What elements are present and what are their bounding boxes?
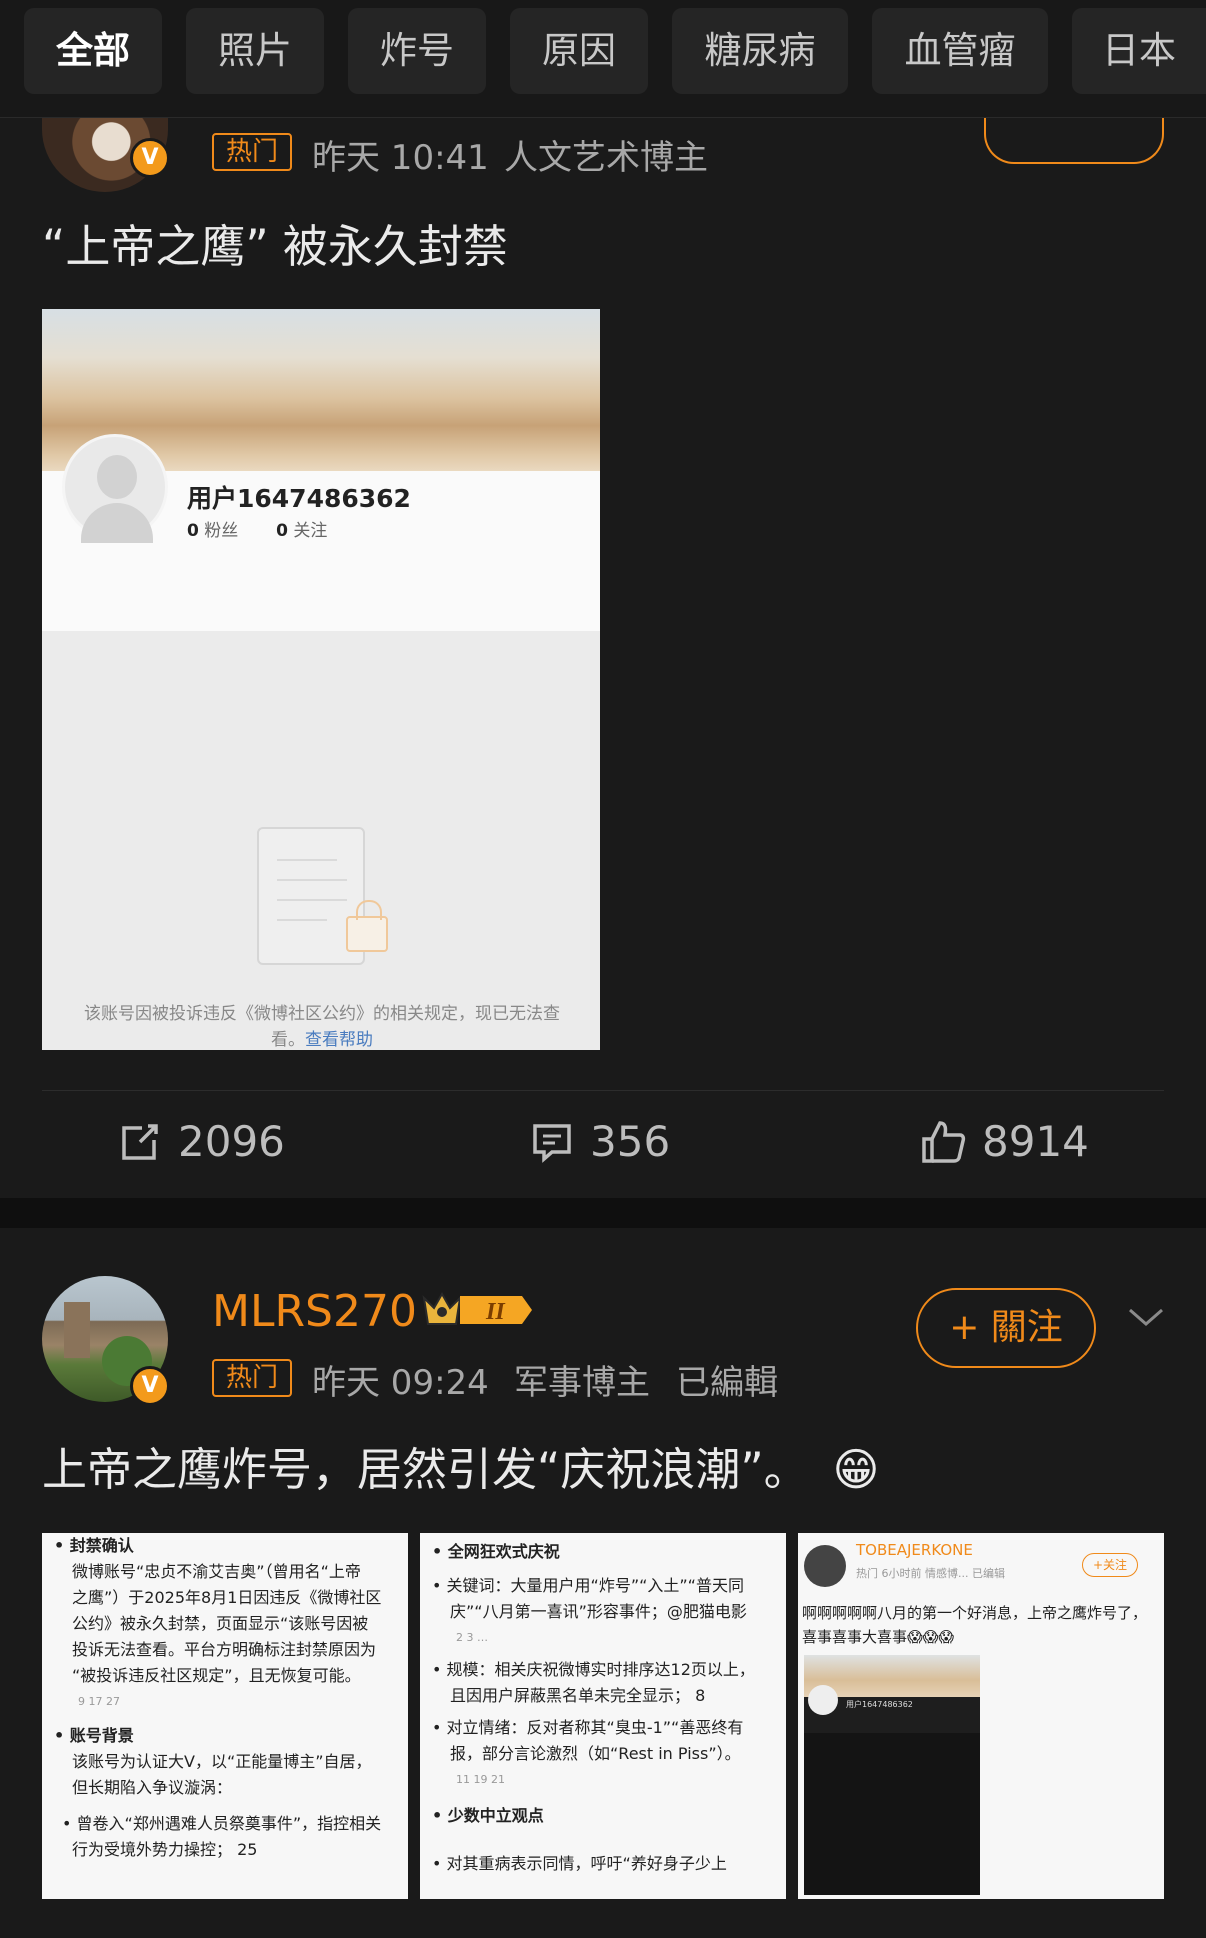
- repost-button[interactable]: 2096: [118, 1114, 285, 1174]
- thumb-line: • 账号背景: [54, 1726, 134, 1745]
- thumb-line: 行为受境外势力操控； 25: [72, 1840, 258, 1859]
- chevron-down-icon[interactable]: [1126, 1302, 1166, 1332]
- hot-badge: 热门: [212, 1359, 292, 1397]
- thumb-meta: 热门 6小时前 情感博... 已编辑: [856, 1567, 1005, 1580]
- post-text: 上帝之鹰炸号，居然引发“庆祝浪潮”。 😁: [42, 1443, 880, 1496]
- tab-all[interactable]: 全部: [24, 8, 162, 94]
- screenshot-username: 用户1647486362: [187, 484, 411, 513]
- comment-icon: [533, 1123, 571, 1163]
- thumb-line: 庆”“八月第一喜讯”形容事件；@肥猫电影: [450, 1602, 747, 1621]
- verified-badge-icon: V: [130, 1366, 170, 1406]
- post-text: “上帝之鹰” 被永久封禁: [42, 220, 508, 273]
- member-level-badge-icon: II: [422, 1291, 532, 1325]
- author-name[interactable]: MLRS270: [212, 1286, 417, 1337]
- thumb-line: • 全网狂欢式庆祝: [432, 1542, 560, 1561]
- filter-tab-bar: 全部 照片 炸号 原因 糖尿病 血管瘤 日本: [0, 0, 1206, 118]
- thumb-line: • 少数中立观点: [432, 1806, 544, 1825]
- thumb-line: • 曾卷入“郑州遇难人员祭奠事件”，指控相关: [62, 1814, 382, 1833]
- like-button[interactable]: 8914: [920, 1114, 1089, 1174]
- tab-hemangioma[interactable]: 血管瘤: [872, 8, 1048, 94]
- svg-text:II: II: [485, 1299, 506, 1325]
- post-separator: [0, 1198, 1206, 1228]
- thumb-line: 微博账号“忠贞不渝艾吉奥”（曾用名“上帝: [72, 1562, 361, 1581]
- tab-account-banned[interactable]: 炸号: [348, 8, 486, 94]
- post-image[interactable]: • 全网狂欢式庆祝 • 关键词：大量用户用“炸号”“入土”“普天同 庆”“八月第…: [420, 1533, 786, 1899]
- lock-icon: [346, 900, 388, 952]
- thumb-post-text: 啊啊啊啊啊八月的第一个好消息，上帝之鹰炸号了，喜事喜事大喜事😱😱😱: [802, 1604, 1148, 1646]
- thumb-line: “被投诉违反社区规定”，且无恢复可能。: [72, 1666, 361, 1685]
- post-image[interactable]: TOBEAJERKONE 热门 6小时前 情感博... 已编辑 +关注 啊啊啊啊…: [798, 1533, 1164, 1899]
- post-time: 昨天 10:41: [312, 138, 489, 178]
- thumb-line: • 对立情绪：反对者称其“臭虫-1”“善恶终有: [432, 1718, 744, 1737]
- thumb-line: • 规模：相关庆祝微博实时排序达12页以上，: [432, 1660, 755, 1679]
- default-avatar-icon: [808, 1685, 838, 1715]
- divider: [42, 1090, 1164, 1091]
- tab-japan[interactable]: 日本: [1072, 8, 1206, 94]
- thumb-line: 11 19 21: [456, 1773, 505, 1786]
- edited-label: 已編輯: [676, 1363, 778, 1403]
- screenshot-stats: 0 粉丝 0 关注: [187, 521, 328, 541]
- thumbs-up-icon: [922, 1120, 966, 1163]
- verified-badge-icon: V: [130, 138, 170, 178]
- thumb-follow-button: +关注: [1082, 1553, 1138, 1577]
- thumb-inner-username: 用户1647486362: [846, 1700, 913, 1709]
- follow-button[interactable]: + 關注: [916, 1288, 1096, 1368]
- avatar: [804, 1545, 846, 1587]
- thumb-line: 投诉无法查看。平台方明确标注封禁原因为: [72, 1640, 377, 1659]
- comment-button[interactable]: 356: [530, 1114, 670, 1174]
- repost-icon: [122, 1123, 158, 1160]
- thumb-line: • 封禁确认: [54, 1536, 134, 1555]
- help-link[interactable]: 查看帮助: [305, 1030, 373, 1050]
- weibo-feed: 全部 照片 炸号 原因 糖尿病 血管瘤 日本 V 热门 昨天 10:41 人文艺…: [0, 0, 1206, 1938]
- tab-reason[interactable]: 原因: [510, 8, 648, 94]
- author-role: 人文艺术博主: [504, 138, 708, 178]
- post-time: 昨天 09:24: [312, 1363, 489, 1403]
- tab-photos[interactable]: 照片: [186, 8, 324, 94]
- post-card: V 热门 昨天 10:41 人文艺术博主 “上帝之鹰” 被永久封禁 用户1647…: [0, 108, 1206, 1198]
- thumb-line: 之鹰”）于2025年8月1日因违反《微博社区: [72, 1588, 382, 1607]
- thumb-line: 但长期陷入争议漩涡：: [72, 1778, 233, 1797]
- thumb-line: 该账号为认证大V，以“正能量博主”自居，: [72, 1752, 372, 1771]
- thumb-line: 9 17 27: [78, 1695, 120, 1708]
- grin-emoji-icon: 😁: [832, 1443, 880, 1496]
- hot-badge: 热门: [212, 133, 292, 171]
- banned-message: 该账号因被投诉违反《微博社区公约》的相关规定，现已无法查看。查看帮助: [84, 1004, 560, 1050]
- thumb-line: 2 3 …: [456, 1631, 488, 1644]
- thumb-line: 且因用户屏蔽黑名单未完全显示； 8: [450, 1686, 706, 1705]
- thumb-embedded-image: 用户1647486362: [804, 1655, 980, 1895]
- post-card: V MLRS270 II + 關注 热门 昨天 09:24 军事博主 已編輯 上…: [0, 1228, 1206, 1938]
- post-image[interactable]: • 封禁确认 微博账号“忠贞不渝艾吉奥”（曾用名“上帝 之鹰”）于2025年8月…: [42, 1533, 408, 1899]
- thumb-line: • 对其重病表示同情，呼吁“养好身子少上: [432, 1854, 727, 1873]
- post-image[interactable]: 用户1647486362 0 粉丝 0 关注 该账号因被投诉违反《微博社区公约》…: [42, 309, 600, 1050]
- thumb-username: TOBEAJERKONE: [856, 1541, 973, 1559]
- thumb-line: • 关键词：大量用户用“炸号”“入土”“普天同: [432, 1576, 744, 1595]
- tab-diabetes[interactable]: 糖尿病: [672, 8, 848, 94]
- author-role: 军事博主: [514, 1363, 650, 1403]
- thumb-line: 报，部分言论激烈（如“Rest in Piss”）。: [450, 1744, 741, 1763]
- default-avatar-icon: [62, 434, 168, 543]
- thumb-line: 公约》被永久封禁，页面显示“该账号因被: [72, 1614, 369, 1633]
